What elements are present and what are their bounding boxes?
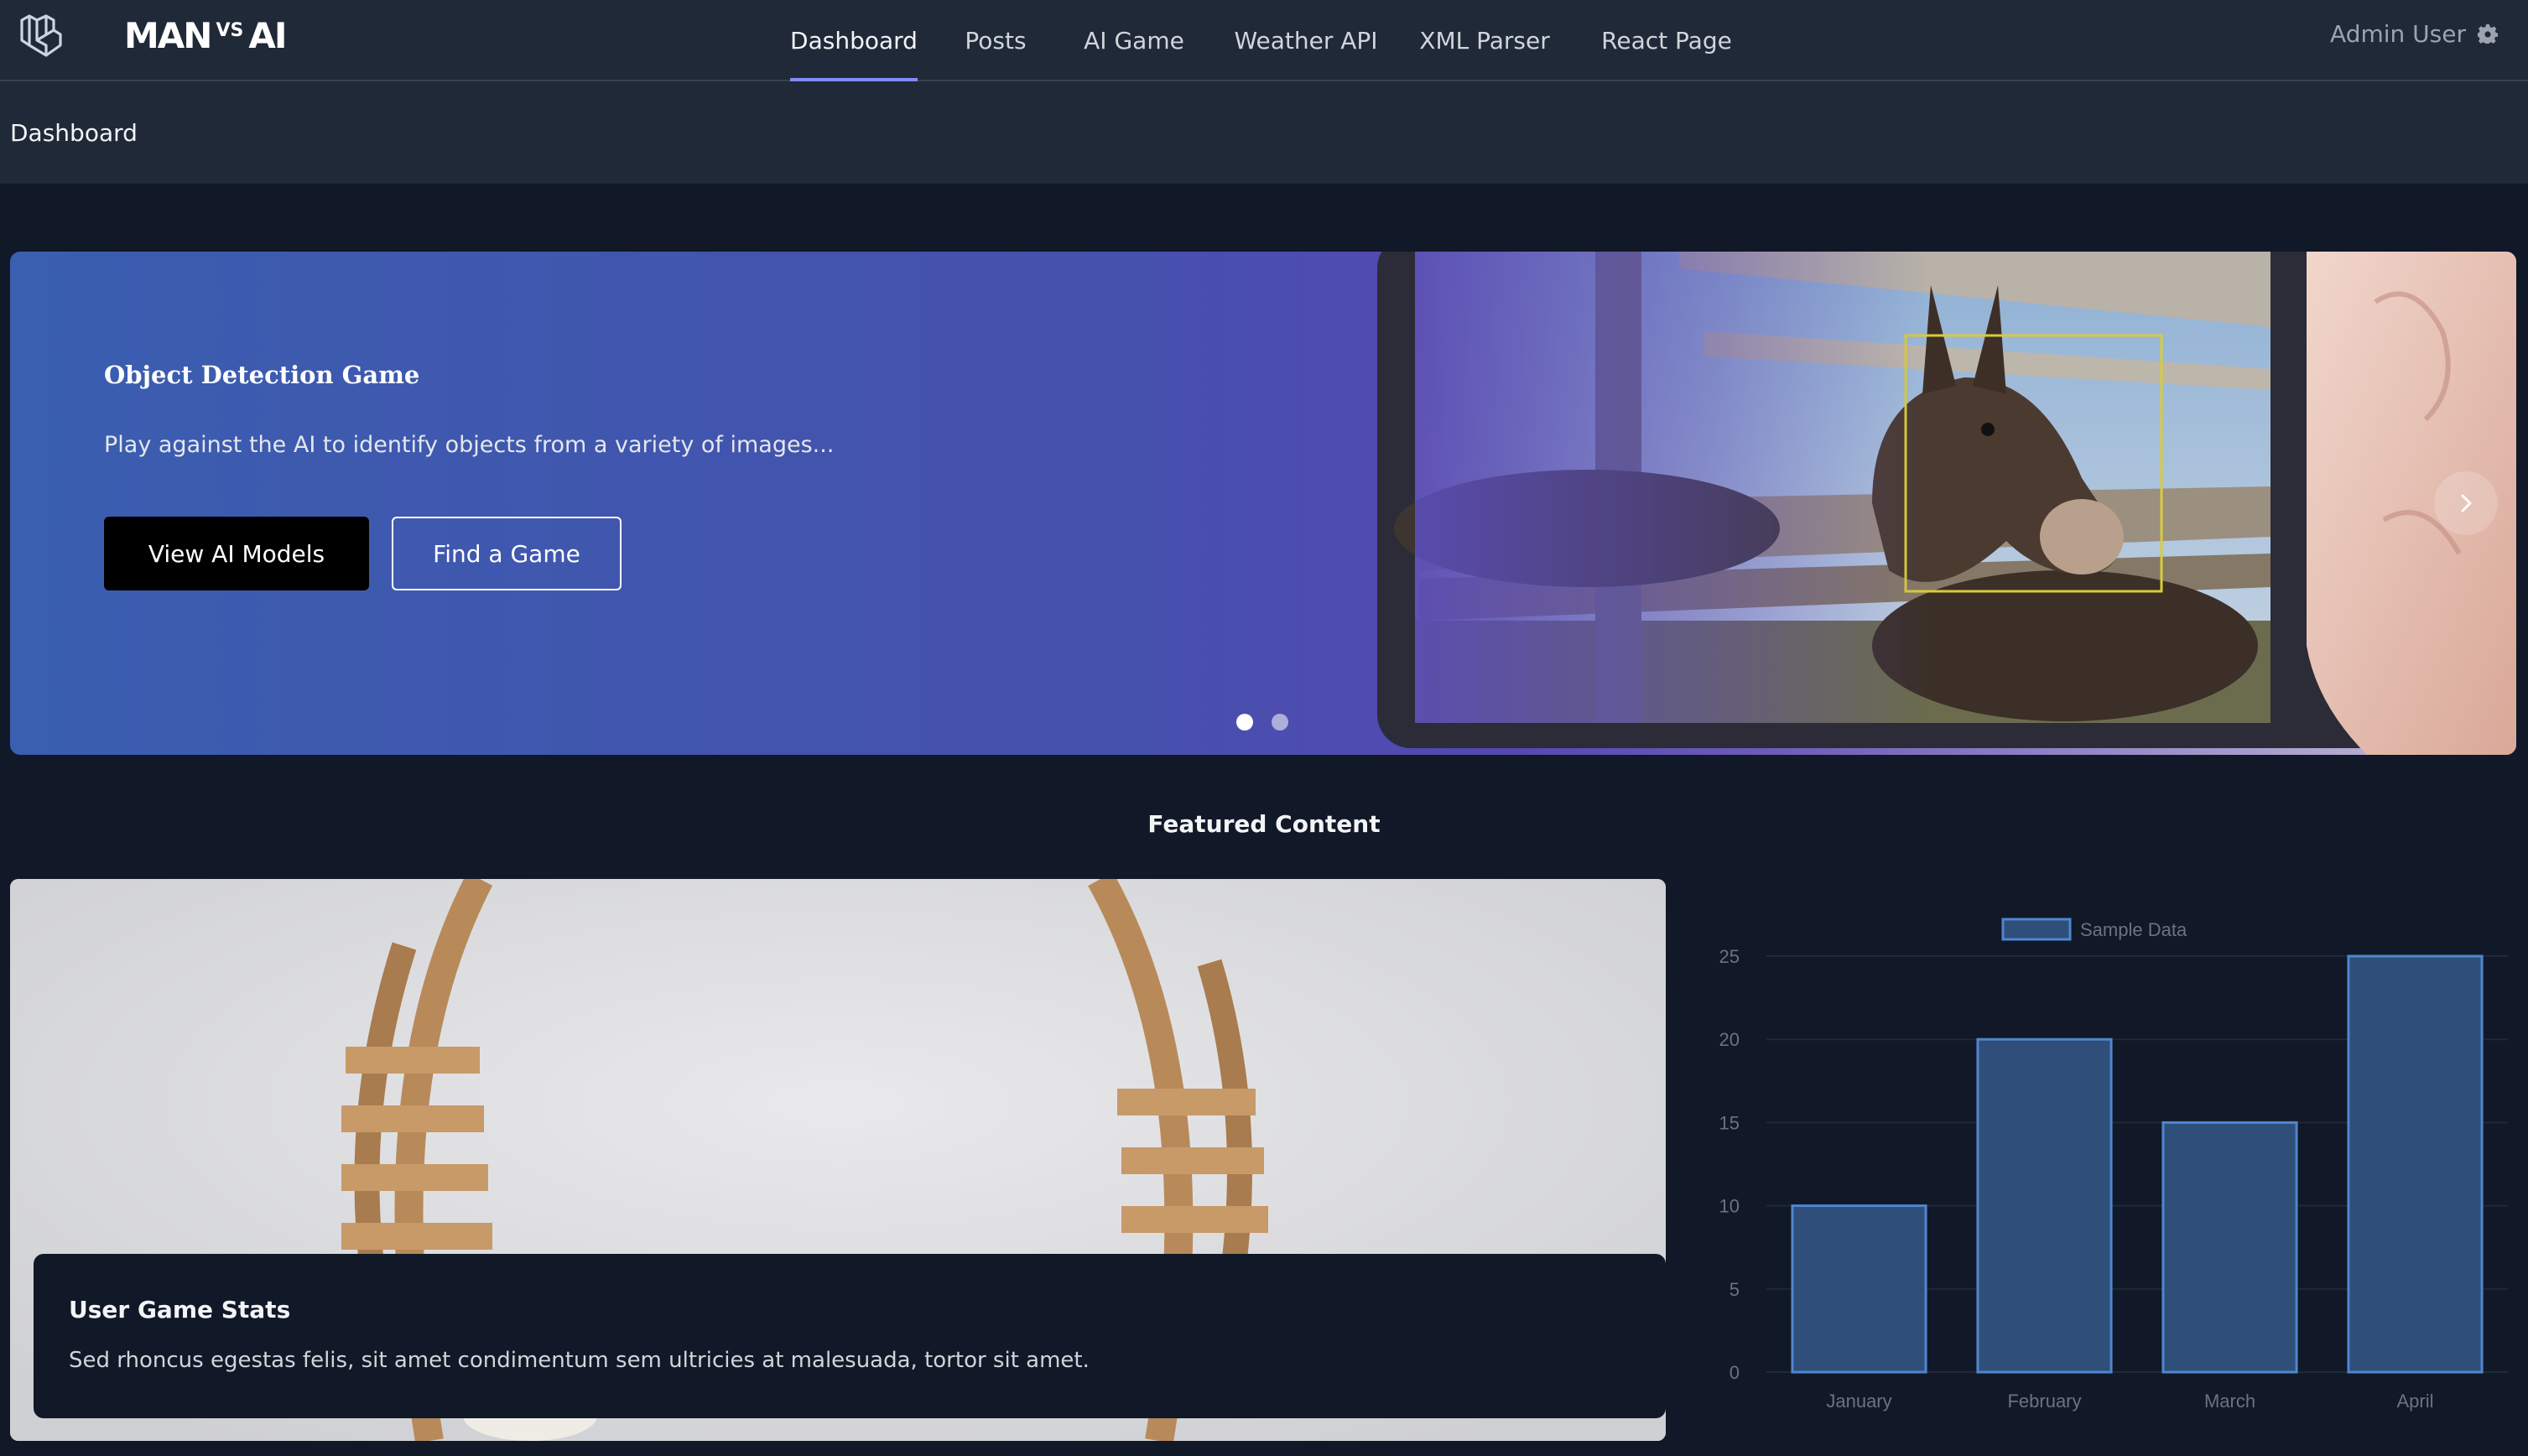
bar-chart: 0 5 10 15 20 25 Sample Data January February Marc… (1719, 918, 2508, 1412)
hero-title: Object Detection Game (104, 361, 420, 389)
laravel-logo-icon[interactable] (18, 12, 64, 59)
nav-weather-api[interactable]: Weather API (1233, 0, 1379, 81)
y-tick-label: 0 (1730, 1362, 1740, 1383)
x-tick-label: March (2204, 1391, 2255, 1412)
find-a-game-button[interactable]: Find a Game (392, 517, 622, 590)
brand-logo[interactable]: MAN VS AI (124, 12, 287, 59)
user-name: Admin User (2330, 19, 2466, 48)
top-navbar: MAN VS AI Dashboard Posts AI Game Weathe… (0, 0, 2528, 82)
chart-bar (1976, 1037, 2113, 1374)
carousel-indicators (1236, 714, 1288, 731)
y-tick-label: 5 (1730, 1279, 1740, 1300)
page-header: Dashboard (0, 81, 2528, 184)
stats-card-text: Sed rhoncus egestas felis, sit amet cond… (69, 1348, 1090, 1373)
chart-bar (2347, 954, 2484, 1374)
featured-content-heading: Featured Content (1147, 810, 1381, 838)
nav-posts[interactable]: Posts (951, 0, 1040, 81)
brand-text-man: MAN (124, 14, 212, 56)
stats-card-title: User Game Stats (69, 1296, 291, 1323)
legend-swatch (2001, 918, 2072, 941)
chart-bar (2161, 1121, 2298, 1374)
brand-text-vs: VS (216, 19, 244, 41)
x-tick-label: February (2007, 1391, 2081, 1412)
x-tick-label: April (2396, 1391, 2433, 1412)
nav-react-page[interactable]: React Page (1595, 0, 1738, 81)
carousel-dot-1[interactable] (1236, 714, 1253, 731)
y-tick-label: 15 (1719, 1112, 1740, 1133)
x-tick-label: January (1826, 1391, 1891, 1412)
page-title: Dashboard (10, 118, 138, 147)
hero-description: Play against the AI to identify objects … (104, 432, 835, 458)
gear-icon (2478, 24, 2498, 44)
nav-dashboard[interactable]: Dashboard (790, 0, 918, 82)
hero-carousel[interactable]: Object Detection Game Play against the A… (10, 252, 2516, 755)
y-tick-label: 20 (1719, 1029, 1740, 1050)
view-ai-models-button[interactable]: View AI Models (104, 517, 369, 590)
carousel-next-button[interactable] (2434, 471, 2498, 535)
featured-card[interactable]: User Game Stats Sed rhoncus egestas feli… (10, 879, 1666, 1441)
chart-bar (1791, 1204, 1927, 1374)
carousel-dot-2[interactable] (1272, 714, 1288, 731)
user-menu[interactable]: Admin User (2330, 0, 2498, 67)
chevron-right-icon (2461, 494, 2472, 512)
hero-image (1377, 252, 2516, 755)
nav-xml-parser[interactable]: XML Parser (1417, 0, 1552, 81)
legend-label: Sample Data (2080, 919, 2187, 940)
y-tick-label: 25 (1719, 946, 1740, 967)
nav-ai-game[interactable]: AI Game (1079, 0, 1189, 81)
y-tick-label: 10 (1719, 1196, 1740, 1217)
user-game-stats-card: User Game Stats Sed rhoncus egestas feli… (34, 1254, 1666, 1418)
brand-text-ai: AI (248, 14, 287, 56)
